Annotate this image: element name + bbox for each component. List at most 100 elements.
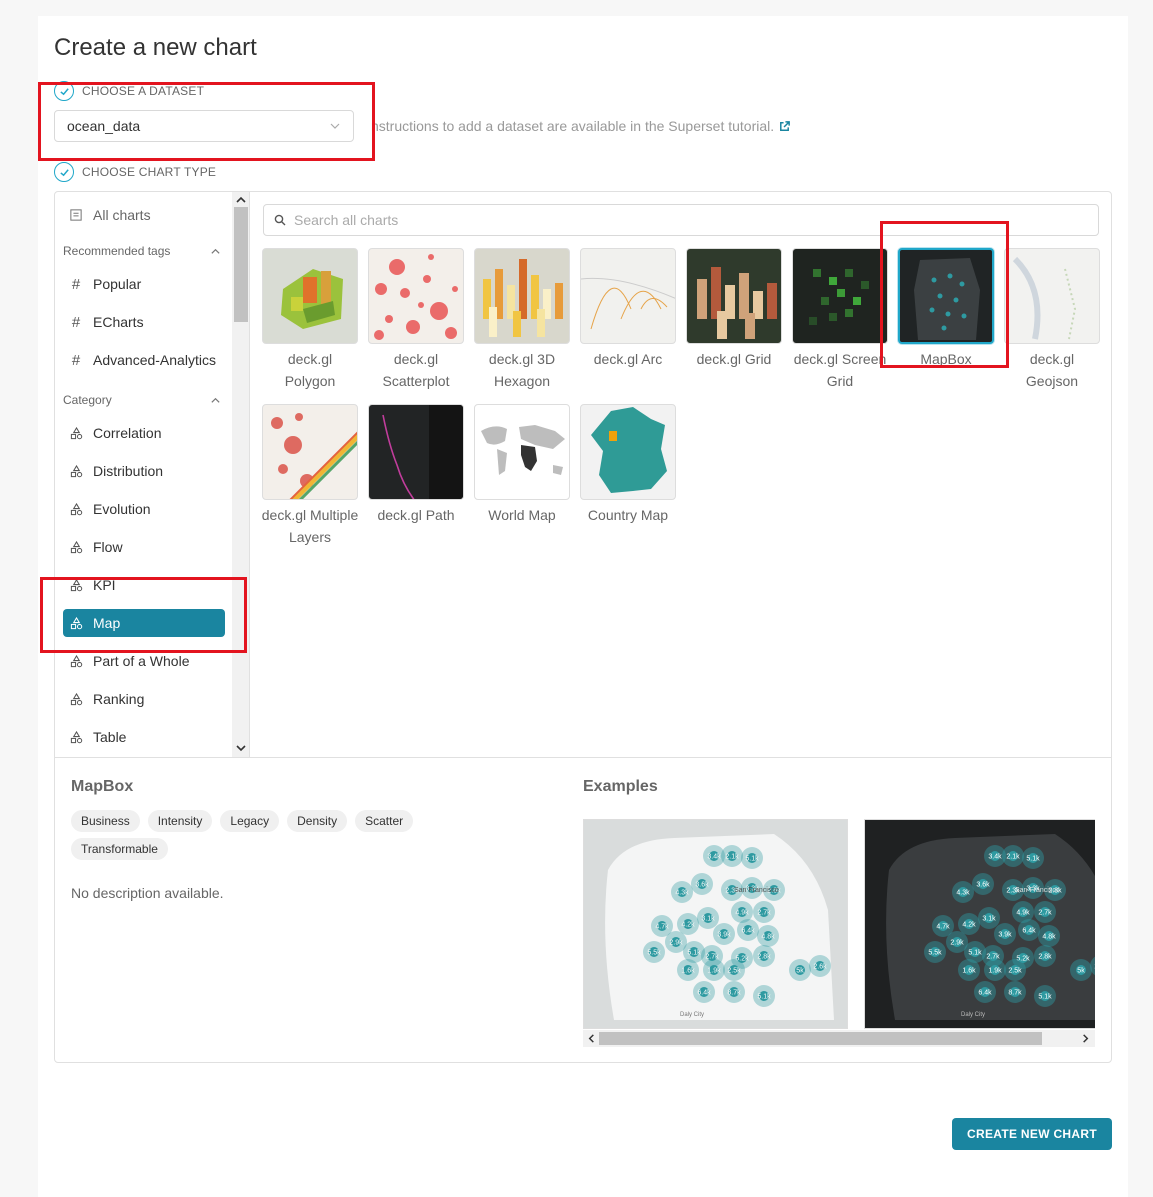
tag[interactable]: Transformable bbox=[71, 838, 168, 860]
cluster-label: 2.8k bbox=[1038, 954, 1052, 961]
chart-tile-label: deck.gl Geojson bbox=[1025, 351, 1079, 389]
chart-tile-mapbox[interactable]: MapBox bbox=[897, 248, 995, 370]
chart-tile-world-map[interactable]: World Map bbox=[473, 404, 571, 526]
chart-tile-deck-gl-geojson[interactable]: deck.gl Geojson bbox=[1003, 248, 1101, 392]
cluster-label: 2.1k bbox=[725, 854, 739, 861]
sidebar-item-table[interactable]: Table bbox=[63, 723, 225, 751]
chart-thumbnail bbox=[1004, 248, 1100, 344]
cluster-label: 4.3k bbox=[675, 890, 689, 897]
shapes-icon bbox=[69, 730, 83, 744]
chart-tile-deck-gl-multiple-layers[interactable]: deck.gl Multiple Layers bbox=[261, 404, 359, 548]
chart-tile-label: MapBox bbox=[920, 351, 972, 367]
cluster-label: 3.6k bbox=[976, 882, 990, 889]
chart-tile-deck-gl-arc[interactable]: deck.gl Arc bbox=[579, 248, 677, 370]
chart-tile-country-map[interactable]: Country Map bbox=[579, 404, 677, 526]
chart-type-step-header: CHOOSE CHART TYPE bbox=[54, 162, 216, 182]
cluster-label: 6.4k bbox=[697, 990, 711, 997]
sidebar-item-echarts[interactable]: # ECharts bbox=[63, 308, 225, 336]
shapes-icon bbox=[69, 426, 83, 440]
chevron-down-icon bbox=[330, 123, 340, 129]
chart-tile-label: deck.gl 3D Hexagon bbox=[488, 351, 556, 389]
cluster-label: 5.5k bbox=[928, 950, 942, 957]
cluster-label: 3.6k bbox=[695, 882, 709, 889]
page-title: Create a new chart bbox=[54, 34, 257, 61]
category-header[interactable]: Category bbox=[63, 393, 221, 407]
chart-tile-deck-gl-grid[interactable]: deck.gl Grid bbox=[685, 248, 783, 370]
chart-tile-label: deck.gl Polygon bbox=[284, 351, 336, 389]
tag[interactable]: Business bbox=[71, 810, 140, 832]
cluster-label: 5.1k bbox=[687, 950, 701, 957]
cluster-label: 3.1k bbox=[982, 916, 996, 923]
sidebar-item-evolution[interactable]: Evolution bbox=[63, 495, 225, 523]
sidebar-item-label: Popular bbox=[93, 276, 142, 292]
cluster-label: 5.1k bbox=[757, 994, 771, 1001]
scroll-left-icon[interactable] bbox=[586, 1033, 597, 1044]
scroll-right-icon[interactable] bbox=[1080, 1033, 1091, 1044]
tag[interactable]: Legacy bbox=[220, 810, 280, 832]
sidebar-item-distribution[interactable]: Distribution bbox=[63, 457, 225, 485]
search-input[interactable] bbox=[294, 212, 1074, 228]
cluster-label: 5.1k bbox=[1026, 856, 1040, 863]
chart-thumbnail bbox=[686, 248, 782, 344]
chart-tile-deck-gl-polygon[interactable]: deck.gl Polygon bbox=[261, 248, 359, 392]
cluster-label: 4.8k bbox=[761, 934, 775, 941]
sidebar-item-kpi[interactable]: KPI bbox=[63, 571, 225, 599]
sidebar-item-flow[interactable]: Flow bbox=[63, 533, 225, 561]
external-link-icon[interactable] bbox=[778, 120, 791, 133]
cluster-label: 5.1k bbox=[1038, 994, 1052, 1001]
examples-gallery: 3.4k 2.1k 5.1k 3.6k 4.3k 2.3k 3.3k 2.8k 4.9k 2.7k… bbox=[583, 819, 1095, 1047]
sidebar-item-all-charts[interactable]: All charts bbox=[63, 201, 225, 229]
map-city-label: Daly City bbox=[680, 1012, 704, 1018]
cluster-label: 1.9k bbox=[988, 968, 1002, 975]
sidebar-item-advanced-analytics[interactable]: # Advanced-Analytics bbox=[63, 346, 225, 374]
create-new-chart-button[interactable]: CREATE NEW CHART bbox=[952, 1118, 1112, 1150]
chart-thumbnail bbox=[898, 248, 994, 344]
examples-scrollbar[interactable] bbox=[583, 1030, 1095, 1047]
sidebar-item-map[interactable]: Map bbox=[63, 609, 225, 637]
cluster-label: 4.3k bbox=[956, 890, 970, 897]
chart-tile-deck-gl-scatterplot[interactable]: deck.gl Scatterplot bbox=[367, 248, 465, 392]
cluster-label: 5k bbox=[796, 968, 804, 975]
chart-tile-deck-gl-screen-grid[interactable]: deck.gl Screen Grid bbox=[791, 248, 889, 392]
recommended-tags-header[interactable]: Recommended tags bbox=[63, 244, 221, 258]
sidebar-item-label: Advanced-Analytics bbox=[93, 352, 216, 368]
chart-tile-label: deck.gl Path bbox=[377, 507, 455, 523]
cluster-label: 2.9k bbox=[669, 940, 683, 947]
sidebar-item-label: Ranking bbox=[93, 691, 145, 707]
sidebar-item-label: Part of a Whole bbox=[93, 653, 190, 669]
sidebar-scrollbar[interactable] bbox=[232, 192, 250, 757]
sidebar-item-correlation[interactable]: Correlation bbox=[63, 419, 225, 447]
chart-thumbnail bbox=[368, 248, 464, 344]
example-image-dark: 3.4k 2.1k 5.1k 3.6k 4.3k 2.3k 3.3k 2.8k 4.9k 2.7k… bbox=[864, 819, 1095, 1029]
chart-sidebar: All charts Recommended tags # Popular # … bbox=[55, 192, 251, 757]
dataset-select[interactable]: ocean_data bbox=[54, 110, 354, 142]
dataset-step-label: CHOOSE A DATASET bbox=[82, 84, 205, 98]
cluster-label: 4.7k bbox=[655, 924, 669, 931]
sidebar-item-label: Distribution bbox=[93, 463, 164, 479]
cluster-label: 6.4k bbox=[978, 990, 992, 997]
sidebar-item-label: Correlation bbox=[93, 425, 162, 441]
map-city-label: Daly City bbox=[961, 1012, 985, 1018]
chart-thumbnail bbox=[368, 404, 464, 500]
check-circle-icon bbox=[54, 162, 74, 182]
sidebar-item-part-of-a-whole[interactable]: Part of a Whole bbox=[63, 647, 225, 675]
tag[interactable]: Intensity bbox=[147, 810, 213, 832]
cluster-label: 2.7k bbox=[1038, 910, 1052, 917]
chart-tile-deck-gl-path[interactable]: deck.gl Path bbox=[367, 404, 465, 526]
sidebar-item-ranking[interactable]: Ranking bbox=[63, 685, 225, 713]
scroll-down-icon[interactable] bbox=[235, 742, 247, 754]
scrollbar-thumb[interactable] bbox=[234, 207, 248, 322]
sidebar-item-popular[interactable]: # Popular bbox=[63, 270, 225, 298]
search-icon bbox=[274, 214, 286, 226]
chevron-up-icon bbox=[211, 248, 220, 254]
scrollbar-thumb[interactable] bbox=[599, 1032, 1042, 1045]
tag[interactable]: Density bbox=[287, 810, 348, 832]
chart-type-step-label: CHOOSE CHART TYPE bbox=[82, 165, 217, 179]
tag[interactable]: Scatter bbox=[355, 810, 414, 832]
cluster-label: 2.8k bbox=[757, 954, 771, 961]
chart-tile-deck-gl-3d-hexagon[interactable]: deck.gl 3D Hexagon bbox=[473, 248, 571, 392]
cluster-label: 5.5k bbox=[647, 950, 661, 957]
chart-search[interactable] bbox=[263, 204, 1099, 236]
chart-thumbnail bbox=[474, 404, 570, 500]
scroll-up-icon[interactable] bbox=[235, 194, 247, 206]
